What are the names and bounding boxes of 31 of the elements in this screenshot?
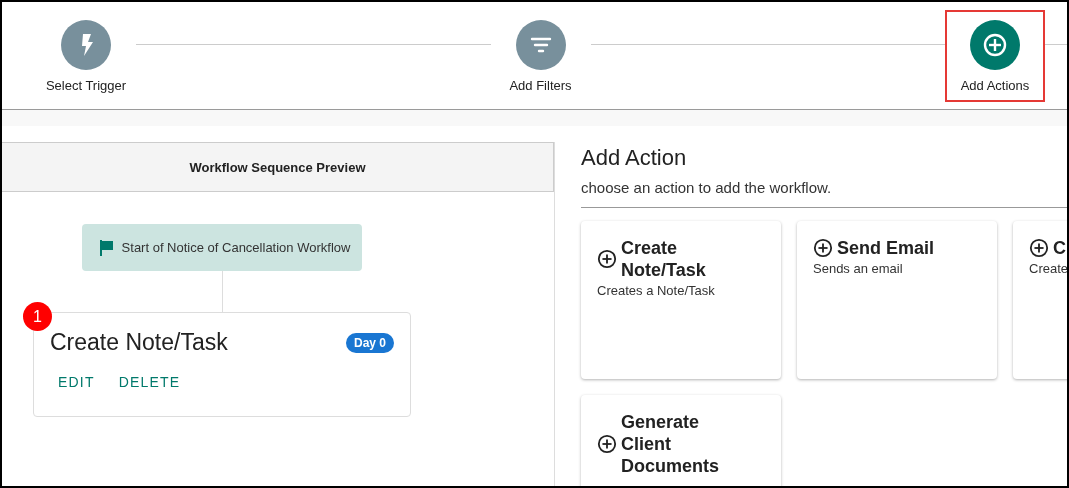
section-title: Add Action: [581, 145, 688, 171]
card-title: Generate Client Documents: [621, 411, 720, 477]
step-tab[interactable]: Select Trigger: [36, 10, 136, 102]
action-card[interactable]: Generate Client Documents: [581, 395, 781, 486]
action-card[interactable]: Create Note/Task Creates a Note/Task: [581, 221, 781, 379]
step-tab[interactable]: Add Filters: [490, 10, 591, 102]
section-subtitle: choose an action to add the workflow.: [581, 179, 833, 196]
card-title: Create Note/Task: [621, 237, 707, 281]
lightning-icon: [61, 20, 111, 70]
card-description: Creates a Note/Task: [597, 283, 716, 298]
panel-title: Workflow Sequence Preview: [189, 159, 366, 175]
card-title: Create Note/Task: [50, 329, 228, 356]
plus-circle-icon: [597, 434, 617, 454]
card-description: Sends an email: [813, 261, 904, 276]
card-title: Send Email: [837, 237, 935, 259]
start-label: Start of Notice of Cancellation Workflow: [121, 240, 351, 255]
card-title: C: [1053, 237, 1066, 259]
action-card[interactable]: C Create: [1013, 221, 1067, 379]
action-link[interactable]: DELETE: [110, 370, 189, 394]
plus-circle-icon: [813, 238, 833, 258]
step-tab[interactable]: Add Actions: [945, 10, 1045, 102]
plus-circle-icon: [970, 20, 1020, 70]
flag-icon: [97, 238, 114, 257]
action-card[interactable]: Send Email Sends an email: [797, 221, 997, 379]
plus-circle-icon: [597, 249, 617, 269]
day-badge: Day 0: [345, 332, 394, 353]
action-link[interactable]: EDIT: [50, 370, 103, 394]
plus-circle-icon: [1029, 238, 1049, 258]
step-number-badge: 1: [23, 302, 52, 331]
filter-icon: [515, 20, 566, 70]
card-description: Create: [1029, 261, 1067, 276]
